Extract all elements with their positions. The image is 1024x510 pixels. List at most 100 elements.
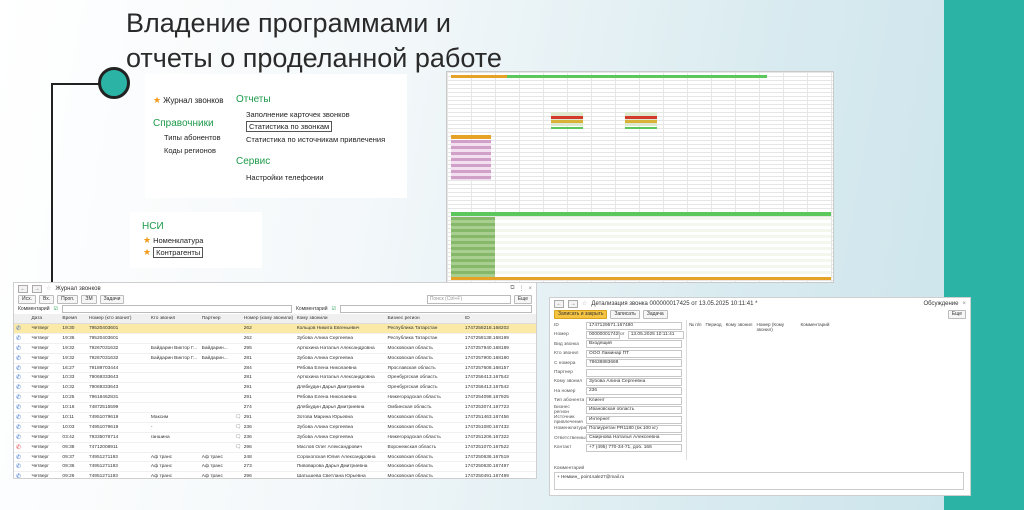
incoming-button[interactable]: Вх. [38, 294, 55, 304]
link-icon[interactable]: ⧉ [510, 285, 514, 292]
filter-input[interactable] [339, 305, 532, 313]
table-row[interactable]: ✆ Четверг 09:37 74951271193 Аф транс Аф транс… [14, 452, 536, 463]
table-row[interactable]: ✆ Четверг 19:32 79267031632 Байдарин Виктор … [14, 343, 536, 354]
outgoing-button[interactable]: Исх. [18, 294, 36, 304]
table-row[interactable]: ✆ Четверг 03:42 79335078714 ганшина 🗨 236 Зубов… [14, 432, 536, 443]
close-icon[interactable]: × [528, 286, 532, 292]
nsi-item-contractors[interactable]: ★ Контрагенты [143, 247, 204, 258]
side-column-header[interactable]: Комментарий [800, 322, 829, 332]
discussion-link[interactable]: Обсуждение [924, 301, 959, 307]
field-label: Партнер [554, 370, 573, 375]
forward-button[interactable]: → [32, 284, 42, 293]
table-cell: Воронежская область [385, 442, 463, 453]
filter-checkbox[interactable]: ☑ [54, 306, 58, 312]
filter-checkbox[interactable]: ☑ [332, 306, 336, 312]
table-cell: 296 [241, 442, 295, 453]
field-value[interactable]: Входящий [586, 340, 682, 349]
sheet-block [451, 212, 831, 216]
field-label: ID [554, 323, 559, 328]
menu-item-region-codes[interactable]: Коды регионов [164, 146, 216, 155]
field-value[interactable]: 236 [586, 387, 682, 396]
table-row[interactable]: ✆ Четверг 10:32 79069333643 291 Длябкудин Дар… [14, 382, 536, 394]
sheet-block [451, 217, 495, 279]
table-row[interactable]: ✆ Четверг 10:11 74951079619 Максим 🗨 291 Зотова… [14, 412, 536, 423]
column-header[interactable]: Кому звонили [294, 314, 386, 324]
comment-field[interactable]: + Немкин_ point.sale27@mail.ru [554, 472, 964, 490]
column-header[interactable]: ID [462, 314, 536, 324]
save-button[interactable]: Записать [610, 309, 640, 319]
column-header[interactable]: Дата [29, 314, 61, 324]
menu-item-report-sources[interactable]: Статистика по источникам привлечения [246, 135, 385, 144]
table-row[interactable]: ✆ Четверг 09:38 74712008911 🗨 296 Маслов Олег … [14, 442, 536, 453]
column-header[interactable]: Номер (кто звонит) [86, 314, 149, 324]
table-row[interactable]: ✆ Четверг 16:27 79189703444 284 Рябова Елена … [14, 363, 536, 374]
column-header[interactable] [232, 314, 242, 324]
field-value[interactable]: Зубова Алина Сергеевна [586, 377, 682, 386]
date-field[interactable]: 13.05.2025 10:11:41 [627, 330, 684, 339]
table-cell: 1747250630.167497 [462, 461, 536, 473]
nsi-item-nomenclature[interactable]: ★ Номенклатура [143, 235, 203, 246]
table-row[interactable]: ✆ Четверг 19:32 79267031632 Байдарин Виктор … [14, 353, 536, 364]
table-row[interactable]: ✆ Четверг 09:26 74951271193 Аф транс Аф транс… [14, 471, 536, 478]
incoming-call-icon: ✆ [16, 405, 22, 412]
field-value[interactable]: Смирнова Наталья Алексеевна [586, 434, 682, 443]
side-column-header[interactable]: Номер (Кому звонил) [756, 322, 796, 332]
side-column-header[interactable]: Кому звонил [726, 322, 753, 332]
field-value[interactable]: +7 (495) 770-34-71, доб. 166 [586, 443, 682, 452]
column-header[interactable]: Кто звонил [148, 314, 200, 324]
table-row[interactable]: ✆ Четверг 19:30 79520403601 262 Кольцов Никит… [14, 323, 536, 334]
menu-item-subscriber-types[interactable]: Типы абонентов [164, 133, 221, 142]
task-button[interactable]: Задача [642, 309, 668, 319]
table-row[interactable]: ✆ Четверг 10:33 79069333643 281 Артюхина Ната… [14, 372, 536, 384]
table-cell: 19:36 [60, 333, 87, 344]
field-value[interactable]: ООО Ламинар ПТ [586, 349, 682, 358]
back-button[interactable]: ← [18, 284, 28, 293]
field-value[interactable]: Клиент [586, 396, 682, 405]
more-button[interactable]: Еще [947, 309, 966, 319]
missed-button[interactable]: Проп. [57, 294, 79, 304]
sheet-block [495, 217, 831, 279]
table-row[interactable]: ✆ Четверг 10:03 74951079619- 🗨 236 Зубова Алин… [14, 422, 536, 433]
menu-item-report-cards[interactable]: Заполнение карточек звонков [246, 110, 350, 119]
close-icon[interactable]: × [962, 301, 966, 307]
table-row[interactable]: ✆ Четверг 10:16 74872515599 274 Длябкудин Дар… [14, 402, 536, 414]
menu-item-journal[interactable]: ★ Журнал звонков [153, 95, 223, 106]
comment-label: Комментарий [554, 466, 585, 471]
table-row[interactable]: ✆ Четверг 10:25 79618462831 291 Рябова Елена … [14, 392, 536, 404]
tasks-button[interactable]: Задачи [99, 294, 125, 304]
column-header[interactable]: Номер (кому звонили) [241, 314, 295, 324]
forward-button[interactable]: → [568, 299, 578, 308]
field-value[interactable] [586, 368, 682, 377]
table-row[interactable]: ✆ Четверг 09:36 74951271193 Аф транс Аф транс… [14, 461, 536, 473]
table-cell: Четверг [29, 382, 61, 394]
save-close-button[interactable]: Записать и закрыть [554, 309, 608, 319]
field-value[interactable]: 000000017425 [586, 330, 620, 339]
table-cell: Четверг [29, 323, 61, 334]
zm-button[interactable]: ЗМ [81, 294, 97, 304]
more-icon[interactable]: ⋮ [518, 285, 524, 292]
field-value[interactable]: Ивановская область [586, 406, 682, 415]
table-cell: 291 [241, 392, 295, 404]
column-header[interactable] [14, 314, 30, 324]
column-header[interactable]: Партнер [199, 314, 233, 324]
field-value[interactable]: 1747129571.167480 [586, 321, 682, 330]
side-column-header[interactable]: № п/п [689, 322, 701, 332]
table-row[interactable]: ✆ Четверг 19:36 79520403601 262 Зубова Алина … [14, 333, 536, 344]
menu-item-report-calls[interactable]: Статистика по звонкам [246, 121, 333, 132]
column-header[interactable]: Бизнес регион [385, 314, 463, 324]
menu-item-telephony-settings[interactable]: Настройки телефонии [246, 173, 324, 182]
field-value[interactable]: Интернет [586, 415, 682, 424]
table-cell: Московская область [385, 412, 463, 423]
side-column-header[interactable]: Период [705, 322, 721, 332]
table-cell: 09:37 [60, 452, 87, 463]
field-value[interactable]: Полиуретан PR1180 (бк 100 кг) [586, 424, 682, 433]
star-icon[interactable]: ☆ [46, 285, 51, 292]
column-header[interactable]: Время [60, 314, 87, 324]
star-icon[interactable]: ☆ [582, 300, 587, 307]
more-button[interactable]: Еще [513, 294, 532, 304]
search-input[interactable]: Поиск (Ctrl+F) [426, 294, 511, 304]
filter-input[interactable] [61, 305, 292, 313]
back-button[interactable]: ← [554, 299, 564, 308]
table-cell [199, 412, 233, 423]
field-value[interactable]: 79638883669 [586, 359, 682, 368]
